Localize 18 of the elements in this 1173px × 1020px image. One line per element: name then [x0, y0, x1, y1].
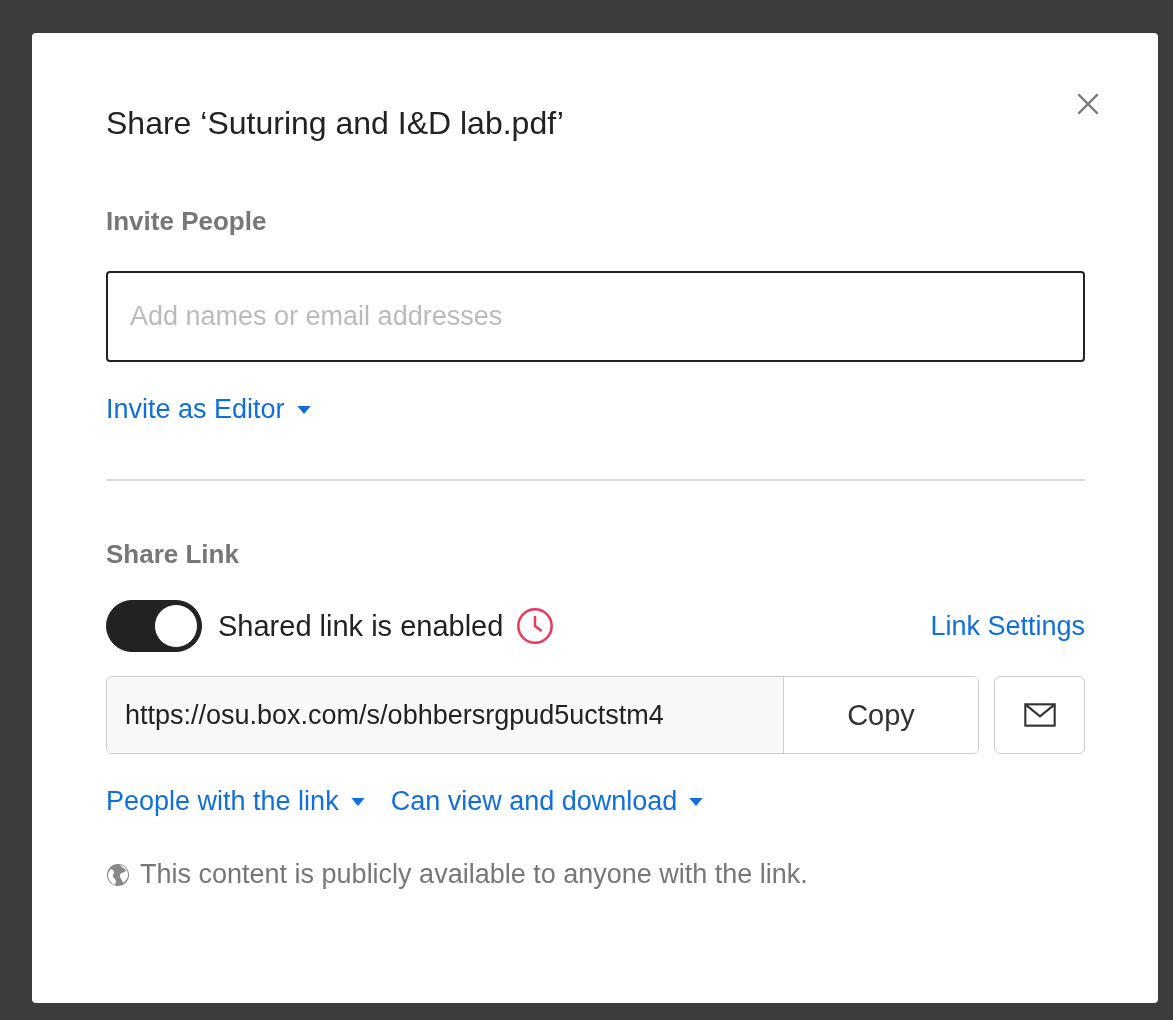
close-icon[interactable]	[1075, 91, 1101, 117]
globe-icon	[106, 862, 130, 887]
toggle-switch[interactable]	[106, 600, 202, 652]
toggle-label: Shared link is enabled	[218, 609, 504, 643]
envelope-icon	[1022, 703, 1057, 727]
caret-icon	[689, 797, 704, 806]
access-dropdown[interactable]: People with the link	[106, 786, 365, 817]
public-notice: This content is publicly available to anyone with the link.	[140, 859, 808, 890]
email-button[interactable]	[994, 676, 1085, 754]
caret-icon	[296, 405, 311, 414]
caret-icon	[350, 797, 365, 806]
permission-dropdown[interactable]: Can view and download	[390, 786, 704, 817]
section-heading: Share Link	[106, 539, 240, 570]
role-dropdown[interactable]: Invite as Editor	[106, 394, 311, 425]
link-settings-link[interactable]: Link Settings	[930, 610, 1085, 642]
section-heading: Invite People	[106, 206, 268, 237]
dialog-title: Share ‘Suturing and I&D lab.pdf’	[106, 105, 564, 142]
invite-field[interactable]: Add names or email addresses	[106, 271, 1085, 362]
